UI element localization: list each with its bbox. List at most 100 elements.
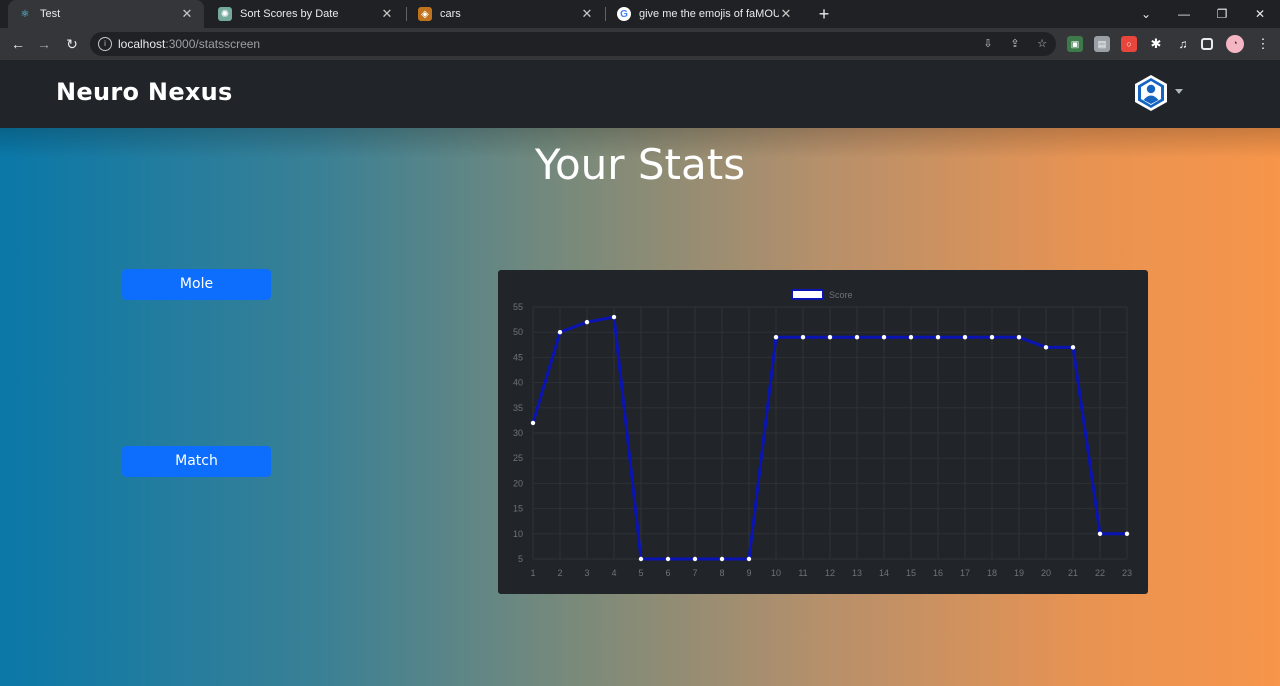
tab-search-icon[interactable]: ⌄ [1131,4,1161,24]
score-data-point [665,556,671,562]
url-text: localhost:3000/statsscreen [118,37,260,51]
score-data-point [746,556,752,562]
extension-icon[interactable]: ▤ [1094,36,1110,52]
x-tick-label: 2 [557,568,562,578]
score-data-point [935,335,941,340]
x-tick-label: 4 [611,568,616,578]
reload-icon[interactable]: ↻ [62,34,82,54]
react-icon: ⚛ [20,8,30,20]
close-tab-icon[interactable]: ✕ [779,6,793,22]
extension-icon[interactable]: ▣ [1067,36,1083,52]
score-data-point [530,420,536,426]
browser-tab-strip: ⚛ Test ✕ ✺ Sort Scores by Date ✕ ◈ cars … [0,0,1280,28]
y-tick-label: 30 [513,428,523,438]
score-data-point [611,314,617,320]
score-data-point [908,335,914,340]
x-tick-label: 21 [1068,568,1078,578]
x-tick-label: 12 [825,568,835,578]
side-panel-icon[interactable] [1201,38,1213,50]
x-tick-label: 15 [906,568,916,578]
more-menu-icon[interactable]: ⋮ [1255,36,1271,52]
x-tick-label: 23 [1122,568,1132,578]
score-data-point [1070,345,1076,350]
browser-tab-emojis[interactable]: G give me the emojis of faMOUS C ✕ [607,0,803,28]
score-chart-card: 5 10 15 20 25 30 35 40 45 50 55 1 2 3 4 5 6 7 8 9 10 11 12 13 14… [498,270,1148,594]
tab-title: Test [40,8,61,20]
stackoverflow-icon: ◈ [418,7,432,21]
score-data-point [1043,345,1049,350]
y-tick-label: 20 [513,478,523,488]
score-data-point [1097,531,1103,536]
tab-title: give me the emojis of faMOUS C [639,8,779,20]
score-data-point [557,330,563,335]
close-tab-icon[interactable]: ✕ [580,6,594,22]
score-data-point [881,335,887,340]
legend-swatch [791,289,824,300]
stats-main-area: Your Stats Mole Match 5 10 15 20 25 30 35 40 45 5… [0,128,1280,686]
x-tick-label: 22 [1095,568,1105,578]
y-tick-label: 10 [513,529,523,539]
maximize-icon[interactable]: ❐ [1207,4,1237,24]
y-tick-label: 15 [513,504,523,514]
tab-divider [406,7,407,21]
forward-arrow-icon[interactable]: → [34,34,54,54]
close-tab-icon[interactable]: ✕ [380,6,394,22]
url-host: localhost [118,37,166,51]
x-tick-label: 18 [987,568,997,578]
x-tick-label: 11 [798,568,807,578]
browser-tab-test[interactable]: ⚛ Test ✕ [8,0,204,28]
chatgpt-icon: ✺ [218,7,232,21]
y-tick-label: 35 [513,403,523,413]
x-tick-label: 17 [960,568,970,578]
puzzle-extensions-icon[interactable]: ✱ [1148,36,1164,52]
browser-tab-sort-scores[interactable]: ✺ Sort Scores by Date ✕ [208,0,404,28]
media-control-icon[interactable]: ♫ [1175,36,1191,52]
x-tick-label: 1 [530,568,535,578]
mole-button[interactable]: Mole [122,269,271,300]
install-app-icon[interactable]: ⇩ [981,37,995,51]
page-title: Your Stats [534,140,746,189]
site-info-icon[interactable]: i [98,37,112,51]
google-icon: G [617,7,631,21]
y-tick-label: 55 [513,302,523,312]
tab-title: cars [440,8,461,20]
minimize-icon[interactable]: — [1169,4,1199,24]
user-menu-caret-icon[interactable] [1175,89,1183,94]
score-data-point [1016,335,1022,340]
y-tick-label: 45 [513,352,523,362]
brand-logo-text[interactable]: Neuro Nexus [56,78,233,106]
legend-label: Score [829,290,853,300]
y-tick-label: 40 [513,378,523,388]
y-tick-label: 50 [513,327,523,337]
score-data-point [692,556,698,562]
profile-avatar-icon[interactable]: ◔ [1226,35,1244,53]
y-tick-label: 5 [518,554,523,564]
score-data-point [584,319,590,325]
x-tick-label: 14 [879,568,889,578]
close-window-icon[interactable]: ✕ [1245,4,1275,24]
back-arrow-icon[interactable]: ← [8,34,28,54]
extension-icon[interactable]: ○ [1121,36,1137,52]
x-tick-label: 10 [771,568,781,578]
x-tick-label: 8 [719,568,724,578]
address-bar[interactable]: i localhost:3000/statsscreen ⇩ ⇪ ☆ [90,32,1056,56]
x-tick-label: 19 [1014,568,1024,578]
browser-tab-cars[interactable]: ◈ cars ✕ [408,0,604,28]
score-data-point [719,556,725,562]
close-tab-icon[interactable]: ✕ [180,6,194,22]
y-tick-label: 25 [513,453,523,463]
score-data-point [989,335,995,340]
x-tick-label: 16 [933,568,943,578]
score-data-point [638,556,644,562]
score-data-point [1124,531,1130,536]
x-tick-label: 3 [584,568,589,578]
bookmark-star-icon[interactable]: ☆ [1035,37,1049,51]
share-icon[interactable]: ⇪ [1008,37,1022,51]
user-avatar-icon[interactable] [1133,74,1169,112]
new-tab-button[interactable]: + [813,3,835,25]
match-button[interactable]: Match [122,446,271,477]
url-path: :3000/statsscreen [165,37,261,51]
x-tick-label: 7 [692,568,697,578]
x-tick-label: 6 [665,568,670,578]
tab-title: Sort Scores by Date [240,8,339,20]
